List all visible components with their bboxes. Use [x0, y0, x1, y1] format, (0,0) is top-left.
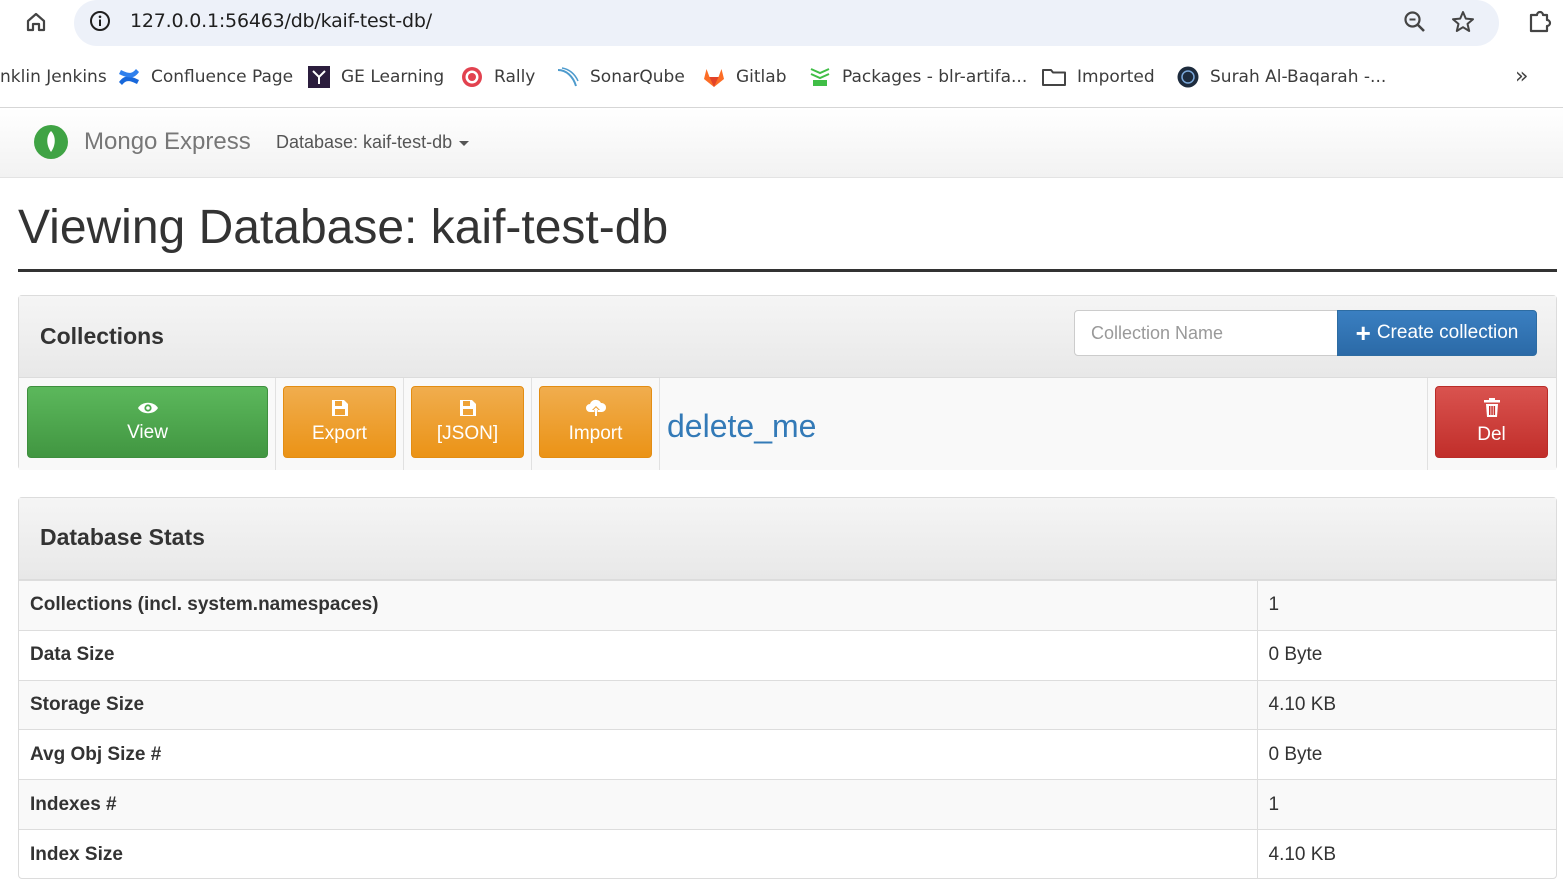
trash-icon — [1483, 398, 1500, 417]
zoom-icon[interactable] — [1402, 9, 1428, 35]
save-icon — [331, 400, 348, 416]
stats-heading: Database Stats — [40, 524, 205, 550]
create-collection-button[interactable]: + Create collection — [1337, 310, 1537, 356]
stat-value: 4.10 KB — [1257, 828, 1556, 880]
bookmark-gitlab[interactable]: Gitlab — [702, 56, 787, 98]
cell-divider — [403, 378, 404, 470]
brand-title[interactable]: Mongo Express — [84, 128, 251, 156]
collection-row: View Export [JSON] Import delete_me Del — [19, 378, 1556, 470]
cloud-upload-icon — [585, 399, 606, 416]
bookmark-label: Confluence Page — [151, 67, 294, 87]
save-icon — [459, 400, 476, 416]
database-dropdown-label: Database: kaif-test-db — [276, 132, 453, 152]
stat-label: Storage Size — [19, 679, 1258, 730]
bookmark-label: Gitlab — [736, 67, 787, 87]
import-label: Import — [568, 423, 623, 444]
collections-heading: Collections — [40, 323, 164, 349]
stats-panel-heading: Database Stats — [19, 498, 1556, 580]
title-underline — [18, 269, 1557, 272]
cell-divider — [1427, 378, 1428, 470]
stat-label: Collections (incl. system.namespaces) — [19, 580, 1258, 631]
stat-value: 1 — [1257, 779, 1556, 830]
table-row: Storage Size 4.10 KB — [19, 679, 1556, 730]
stat-label: Index Size — [19, 828, 1258, 880]
stat-value: 4.10 KB — [1257, 679, 1556, 730]
view-button[interactable]: View — [27, 386, 268, 458]
folder-icon — [1042, 69, 1066, 86]
bookmark-surah[interactable]: Surah Al-Baqarah -... — [1176, 56, 1386, 98]
stat-value: 0 Byte — [1257, 629, 1556, 681]
bookmark-label: Imported — [1077, 67, 1155, 87]
database-stats-panel: Database Stats Collections (incl. system… — [18, 497, 1557, 880]
bookmark-confluence[interactable]: Confluence Page — [117, 56, 293, 98]
cell-divider — [659, 378, 660, 470]
bookmark-label: Packages - blr-artifa... — [842, 67, 1028, 87]
mongo-leaf-logo[interactable] — [34, 125, 68, 159]
gitlab-icon — [704, 69, 724, 87]
stat-label: Avg Obj Size # — [19, 729, 1258, 780]
confluence-icon — [119, 69, 139, 85]
jfrog-icon — [810, 68, 830, 86]
eye-icon — [137, 402, 158, 414]
collections-panel: Collections + Create collection View Exp… — [18, 295, 1557, 470]
table-row: Index Size 4.10 KB — [19, 828, 1556, 880]
create-collection-label: Create collection — [1376, 322, 1519, 343]
app-navbar: Mongo Express Database: kaif-test-db — [0, 108, 1563, 178]
table-row: Collections (incl. system.namespaces) 1 — [19, 580, 1556, 631]
view-label: View — [127, 422, 168, 443]
stats-table: Collections (incl. system.namespaces) 1 … — [19, 580, 1556, 880]
sonarqube-icon — [557, 67, 579, 87]
cell-divider — [531, 378, 532, 470]
bookmark-label: Rally — [494, 67, 536, 87]
bookmark-label: Surah Al-Baqarah -... — [1210, 67, 1387, 87]
leaf-icon — [47, 131, 55, 152]
collection-link[interactable]: delete_me — [667, 408, 816, 445]
bookmark-jenkins[interactable]: nklin Jenkins — [0, 56, 107, 98]
export-button[interactable]: Export — [283, 386, 396, 458]
database-dropdown[interactable]: Database: kaif-test-db — [276, 132, 470, 153]
export-json-button[interactable]: [JSON] — [411, 386, 524, 458]
delete-collection-button[interactable]: Del — [1435, 386, 1548, 458]
bookmark-label: GE Learning — [341, 67, 445, 87]
extensions-icon[interactable] — [1525, 6, 1555, 36]
quran-icon — [1177, 66, 1199, 88]
bookmark-sonarqube[interactable]: SonarQube — [556, 56, 685, 98]
cell-divider — [275, 378, 276, 470]
bookmarks-bar: nklin Jenkins Confluence Page GE Learnin… — [0, 56, 1563, 98]
table-row: Data Size 0 Byte — [19, 629, 1556, 681]
page-title: Viewing Database: kaif-test-db — [18, 201, 669, 254]
stat-value: 1 — [1257, 580, 1556, 631]
export-json-label: [JSON] — [436, 423, 499, 444]
table-row: Avg Obj Size # 0 Byte — [19, 729, 1556, 780]
collection-name-input[interactable] — [1074, 310, 1338, 356]
import-button[interactable]: Import — [539, 386, 652, 458]
url-text[interactable]: 127.0.0.1:56463/db/kaif-test-db/ — [130, 10, 432, 32]
export-label: Export — [312, 423, 367, 444]
delete-label: Del — [1477, 424, 1506, 445]
rally-icon — [462, 67, 482, 87]
browser-toolbar: 127.0.0.1:56463/db/kaif-test-db/ — [0, 0, 1563, 50]
collections-panel-heading: Collections + Create collection — [19, 296, 1556, 378]
bookmark-label: SonarQube — [590, 67, 685, 87]
stat-value: 0 Byte — [1257, 729, 1556, 780]
more-bookmarks-button[interactable]: » — [1515, 64, 1528, 89]
home-icon[interactable] — [22, 8, 50, 36]
bookmark-packages[interactable]: Packages - blr-artifa... — [808, 56, 1027, 98]
bookmark-rally[interactable]: Rally — [460, 56, 535, 98]
ge-learning-icon — [308, 66, 330, 88]
site-info-icon[interactable] — [88, 9, 112, 33]
bookmark-label: nklin Jenkins — [0, 67, 107, 87]
bookmark-star-icon[interactable] — [1450, 9, 1476, 35]
caret-down-icon — [459, 140, 470, 146]
plus-icon: + — [1355, 318, 1371, 348]
stat-label: Data Size — [19, 629, 1258, 681]
bookmark-imported[interactable]: Imported — [1041, 56, 1155, 98]
bookmark-ge-learning[interactable]: GE Learning — [307, 56, 444, 98]
table-row: Indexes # 1 — [19, 779, 1556, 830]
stat-label: Indexes # — [19, 779, 1258, 830]
